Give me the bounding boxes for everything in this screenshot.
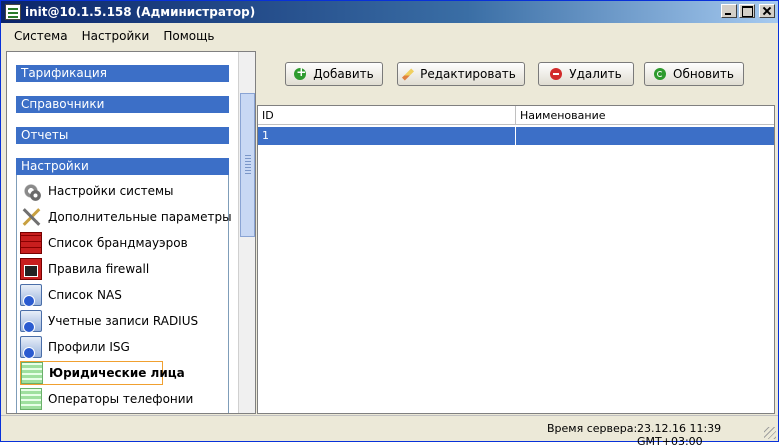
sidebar-item-label: Дополнительные параметры (48, 210, 232, 224)
sidebar-item-isg-profiles[interactable]: Профили ISG (20, 335, 220, 359)
section-directories[interactable]: Справочники (16, 96, 229, 113)
gear-icon (20, 180, 42, 202)
sidebar-item-label: Операторы телефонии (48, 392, 194, 406)
sidebar-item-label: Профили ISG (48, 340, 130, 354)
section-reports[interactable]: Отчеты (16, 127, 229, 144)
delete-icon (550, 68, 563, 80)
maximize-button[interactable] (739, 4, 755, 18)
sidebar-item-system-settings[interactable]: Настройки системы (20, 179, 220, 203)
scrollbar-thumb[interactable] (240, 93, 255, 237)
sidebar-item-label: Настройки системы (48, 184, 174, 198)
sidebar-item-additional-parameters[interactable]: Дополнительные параметры (20, 205, 232, 229)
section-settings[interactable]: Настройки (16, 158, 229, 175)
section-billing[interactable]: Тарификация (16, 65, 229, 82)
server-icon (20, 336, 42, 359)
sidebar-item-telephony-operators[interactable]: Операторы телефонии (20, 387, 220, 411)
server-time-label: Время сервера: (547, 422, 638, 435)
sidebar-item-label: Список NAS (48, 288, 122, 302)
close-icon (760, 5, 774, 17)
table-row[interactable]: 1 (258, 127, 774, 145)
minimize-icon (722, 5, 736, 17)
firewall-icon (20, 232, 42, 254)
server-time-value: 23.12.16 11:39 GMT+03:00 (637, 422, 722, 448)
content-panel: Добавить Редактировать Удалить Обновить … (257, 51, 775, 414)
column-header-name[interactable]: Наименование (516, 106, 774, 125)
app-window: init@10.1.5.158 (Администратор) Система … (0, 0, 779, 448)
add-button[interactable]: Добавить (285, 62, 383, 86)
sidebar-item-radius-accounts[interactable]: Учетные записи RADIUS (20, 309, 220, 333)
refresh-button-label: Обновить (673, 67, 734, 81)
sidebar-item-legal-entities[interactable]: Юридические лица (20, 361, 185, 385)
delete-button-label: Удалить (569, 67, 622, 81)
table-cell-id: 1 (258, 127, 516, 145)
edit-button-label: Редактировать (420, 67, 516, 81)
title-bar[interactable]: init@10.1.5.158 (Администратор) (1, 1, 778, 23)
grip-icon (245, 154, 251, 174)
sidebar-item-label: Правила firewall (48, 262, 150, 276)
sidebar-item-nas-list[interactable]: Список NAS (20, 283, 220, 307)
delete-button[interactable]: Удалить (538, 62, 634, 86)
window-title: init@10.1.5.158 (Администратор) (25, 5, 256, 19)
tools-icon (20, 206, 42, 228)
green-doc-icon (21, 362, 43, 384)
close-button[interactable] (759, 4, 775, 18)
refresh-button[interactable]: Обновить (644, 62, 744, 86)
firewall-rule-icon (20, 258, 42, 280)
server-icon (20, 310, 42, 333)
vertical-scrollbar[interactable] (238, 52, 255, 413)
sidebar-item-firewall-list[interactable]: Список брандмауэров (20, 231, 220, 255)
column-header-id[interactable]: ID (258, 106, 516, 125)
sidebar-item-firewall-rules[interactable]: Правила firewall (20, 257, 220, 281)
table-cell-name (516, 127, 774, 145)
refresh-icon (654, 68, 667, 80)
sidebar-item-label: Юридические лица (49, 366, 185, 380)
sidebar-item-label: Список брандмауэров (48, 236, 188, 250)
green-doc-icon (20, 388, 42, 410)
table-header: ID Наименование (258, 106, 774, 125)
pencil-icon (402, 67, 415, 81)
maximize-icon (740, 5, 754, 17)
minimize-button[interactable] (721, 4, 737, 18)
edit-button[interactable]: Редактировать (397, 62, 525, 86)
add-icon (294, 65, 306, 80)
menu-settings[interactable]: Настройки (75, 25, 157, 47)
resize-grip-icon[interactable] (764, 427, 776, 439)
data-table: ID Наименование 1 (257, 105, 775, 414)
navigation-panel: Тарификация Справочники Отчеты Настройки… (6, 51, 256, 414)
server-icon (20, 284, 42, 307)
status-bar: Время сервера: 23.12.16 11:39 GMT+03:00 (1, 415, 778, 448)
app-icon (5, 4, 21, 20)
sidebar-item-label: Учетные записи RADIUS (48, 314, 199, 328)
add-button-label: Добавить (313, 67, 374, 81)
menu-bar: Система Настройки Помощь (1, 25, 778, 47)
menu-system[interactable]: Система (7, 25, 75, 47)
menu-help[interactable]: Помощь (156, 25, 221, 47)
